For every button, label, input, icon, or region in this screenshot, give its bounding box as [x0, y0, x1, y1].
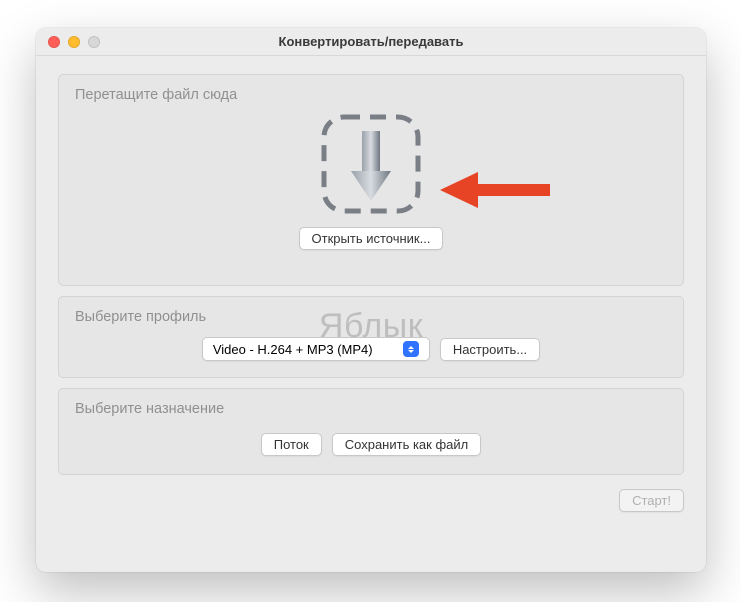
- window-content: Перетащите файл сюда: [36, 56, 706, 522]
- footer-row: Старт!: [58, 485, 684, 512]
- app-window: Конвертировать/передавать Перетащите фай…: [36, 28, 706, 572]
- select-arrows-icon: [403, 341, 419, 357]
- stream-button[interactable]: Поток: [261, 433, 322, 456]
- titlebar: Конвертировать/передавать: [36, 28, 706, 56]
- window-title: Конвертировать/передавать: [36, 34, 706, 49]
- drop-section-title: Перетащите файл сюда: [59, 75, 683, 111]
- save-as-file-button[interactable]: Сохранить как файл: [332, 433, 482, 456]
- open-source-button[interactable]: Открыть источник...: [299, 227, 444, 250]
- minimize-window-button[interactable]: [68, 36, 80, 48]
- traffic-lights: [48, 36, 100, 48]
- drop-icon-wrap: [59, 109, 683, 219]
- start-button[interactable]: Старт!: [619, 489, 684, 512]
- maximize-window-button: [88, 36, 100, 48]
- drop-file-section: Перетащите файл сюда: [58, 74, 684, 286]
- profile-section: Выберите профиль Video - H.264 + MP3 (MP…: [58, 296, 684, 378]
- close-window-button[interactable]: [48, 36, 60, 48]
- download-drop-icon: [316, 109, 426, 219]
- customize-profile-button[interactable]: Настроить...: [440, 338, 540, 361]
- profile-section-title: Выберите профиль: [59, 297, 683, 333]
- destination-section-title: Выберите назначение: [59, 389, 683, 425]
- profile-select[interactable]: Video - H.264 + MP3 (MP4): [202, 337, 430, 361]
- profile-select-value: Video - H.264 + MP3 (MP4): [213, 342, 373, 357]
- destination-section: Выберите назначение Поток Сохранить как …: [58, 388, 684, 475]
- drop-area[interactable]: Открыть источник...: [59, 109, 683, 250]
